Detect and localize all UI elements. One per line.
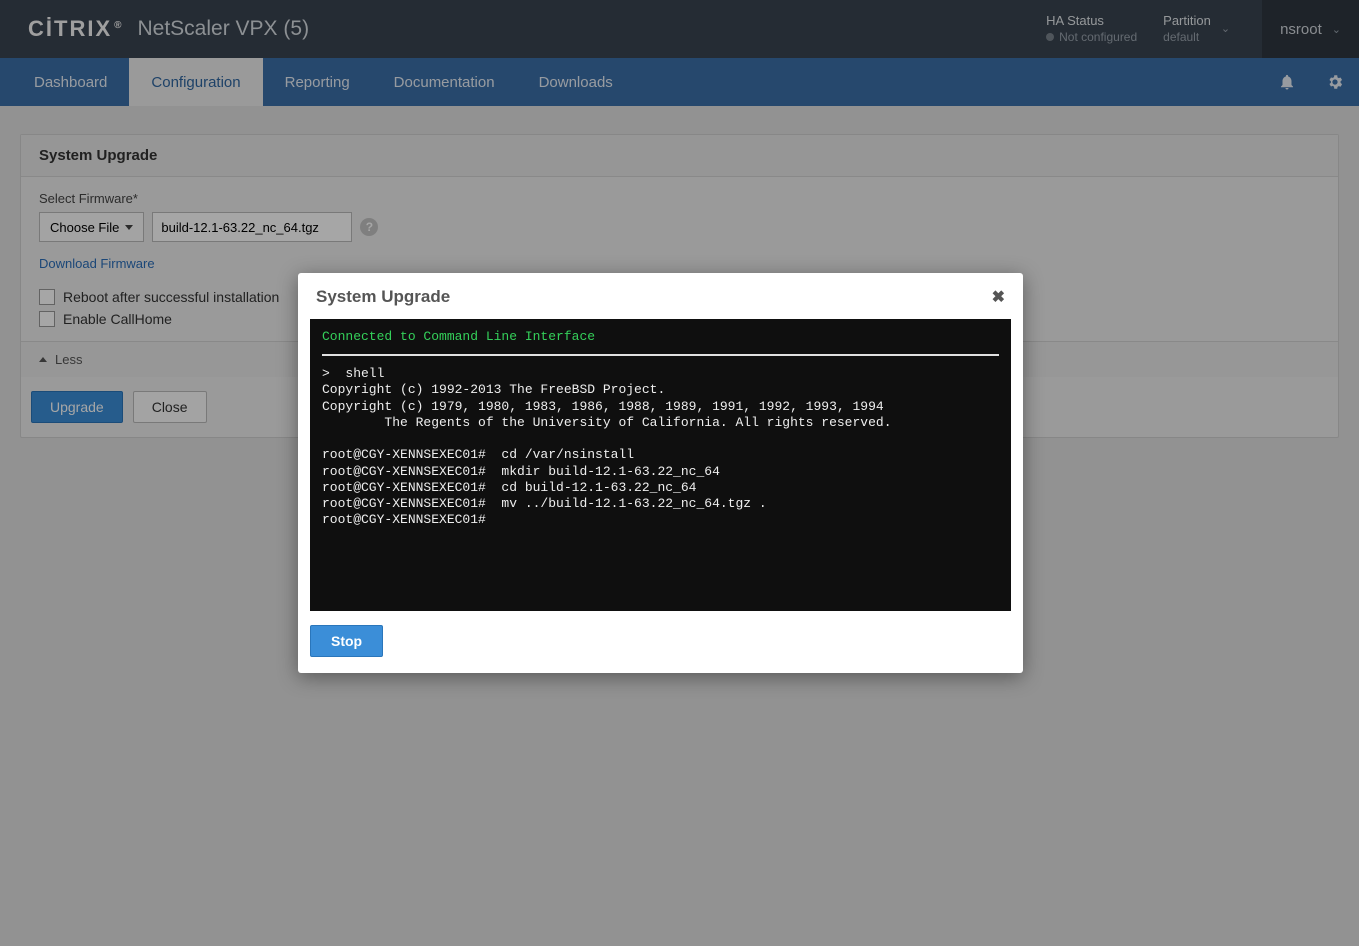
system-upgrade-modal: System Upgrade ✖ Connected to Command Li… [298, 273, 1023, 673]
close-icon[interactable]: ✖ [992, 287, 1005, 307]
terminal-header: Connected to Command Line Interface [322, 329, 999, 350]
terminal-output: Connected to Command Line Interface > sh… [310, 319, 1011, 611]
modal-title: System Upgrade [316, 287, 450, 307]
stop-button[interactable]: Stop [310, 625, 383, 657]
terminal-body: > shell Copyright (c) 1992-2013 The Free… [322, 366, 999, 529]
